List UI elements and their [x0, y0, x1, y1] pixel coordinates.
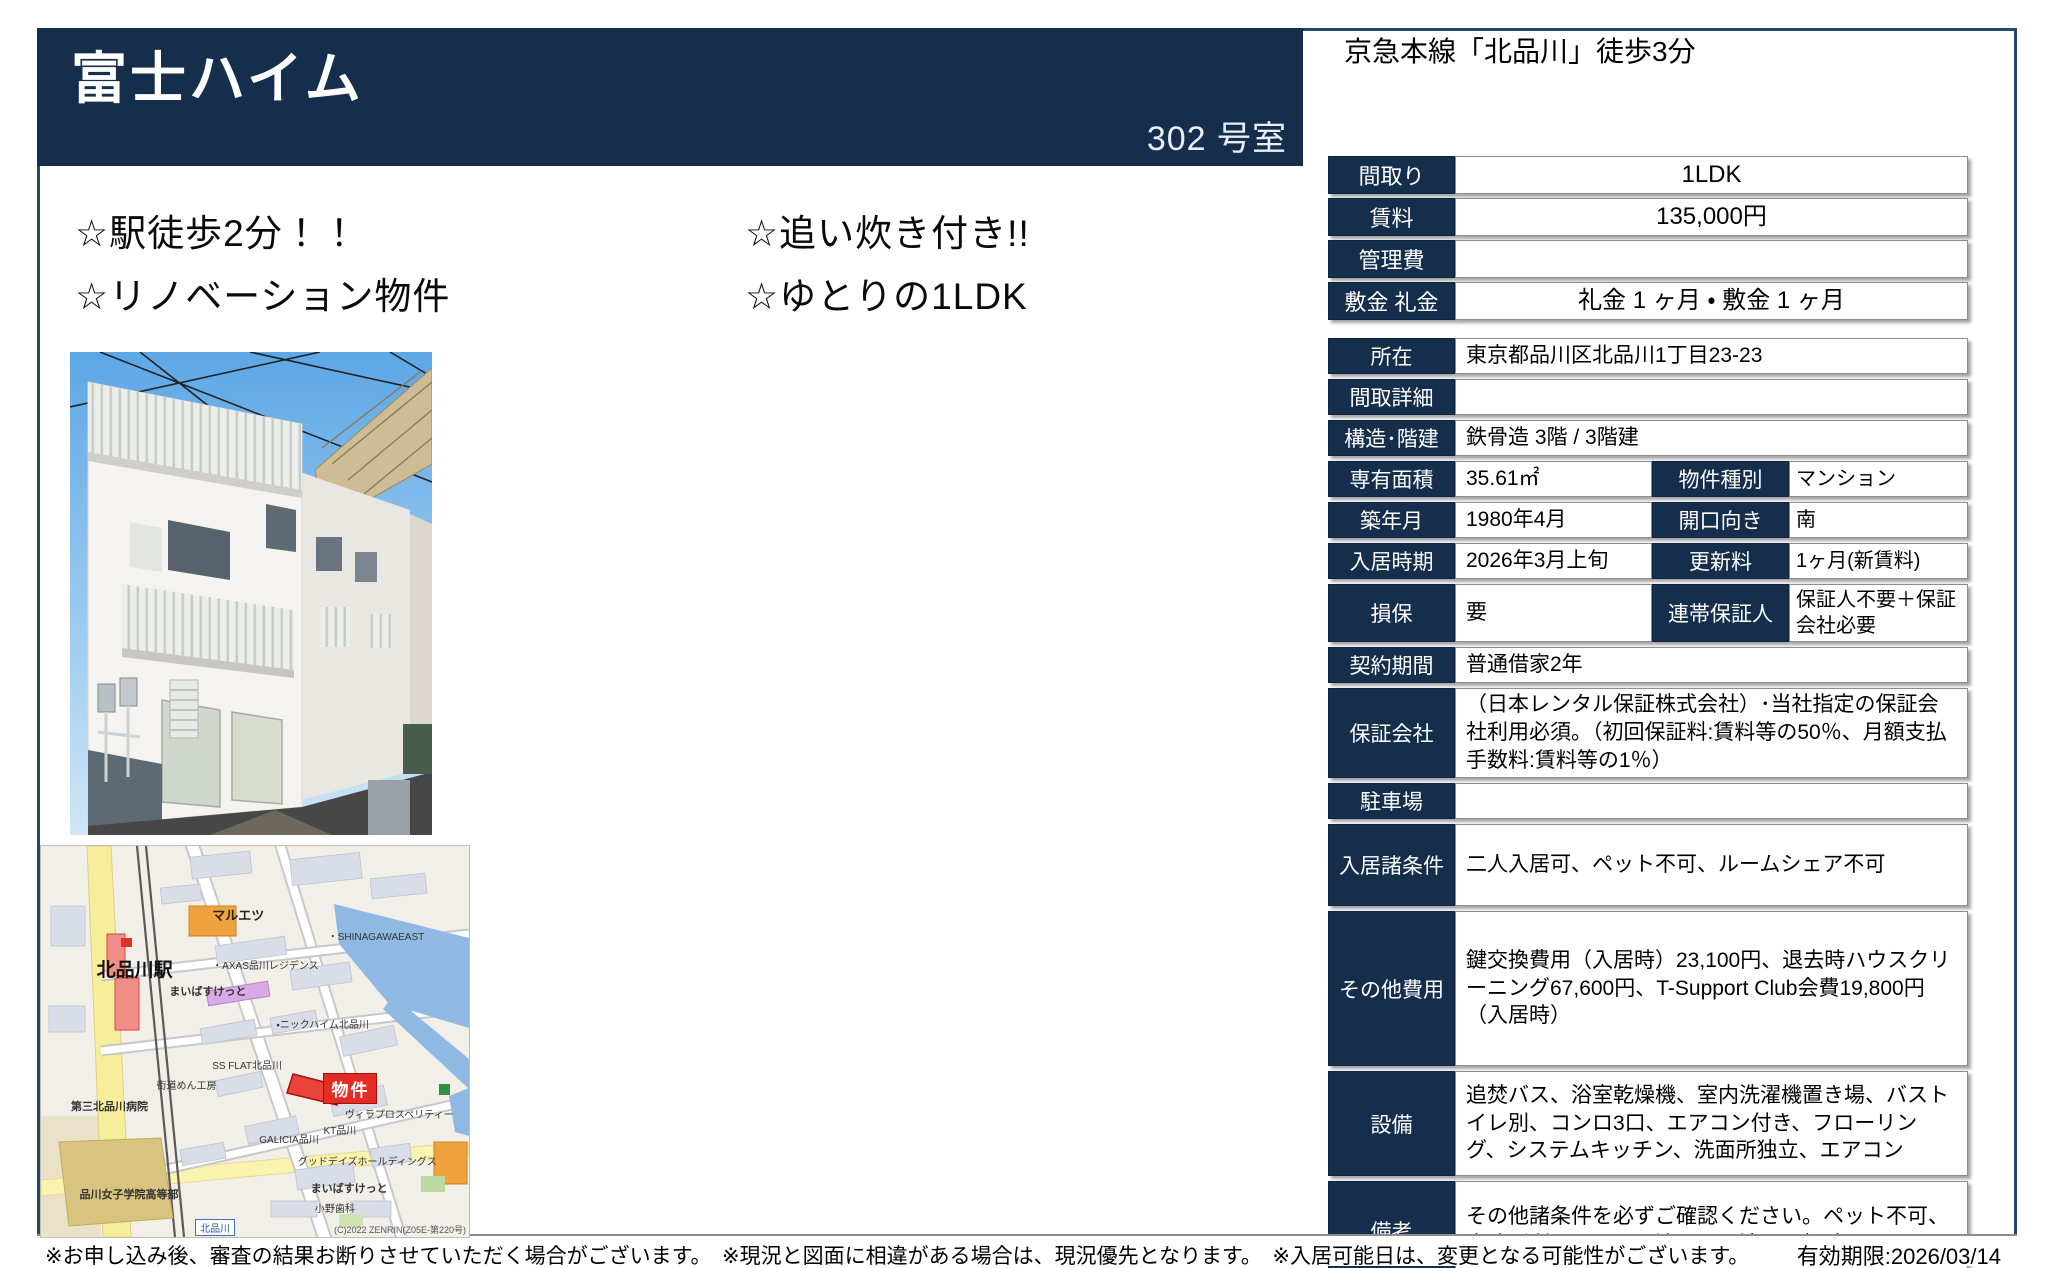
table-row: 構造･階建 鉄骨造 3階 / 3階建	[1328, 420, 1968, 456]
row-value	[1455, 240, 1968, 278]
row-value: 1LDK	[1455, 156, 1968, 194]
row-label: 専有面積	[1328, 461, 1455, 497]
row-label: 間取詳細	[1328, 379, 1455, 415]
row-value: 鉄骨造 3階 / 3階建	[1455, 420, 1968, 456]
row-label: 間取り	[1328, 156, 1455, 194]
row-label: 入居諸条件	[1328, 824, 1455, 906]
row-label: 賃料	[1328, 198, 1455, 236]
table-row: 駐車場	[1328, 783, 1968, 819]
row-value: 東京都品川区北品川1丁目23-23	[1455, 338, 1968, 374]
row-label: 設備	[1328, 1071, 1455, 1176]
highlight-walk: ☆駅徒歩2分！！	[75, 203, 359, 257]
table-row: 賃料 135,000円	[1328, 198, 1968, 236]
table-row: 入居時期 2026年3月上旬 更新料 1ヶ月(新賃料)	[1328, 543, 1968, 579]
row-value: 追焚バス、浴室乾燥機、室内洗濯機置き場、バストイレ別、コンロ3口、エアコン付き、…	[1455, 1071, 1968, 1176]
table-row: 敷金 礼金 礼金 1 ヶ月 ・ 敷金 1 ヶ月	[1328, 282, 1968, 320]
row-value-2: 1ヶ月(新賃料)	[1789, 543, 1968, 579]
map-label-maruetsu: マルエツ	[212, 905, 264, 924]
table-row: 入居諸条件 二人入居可、ペット不可、ルームシェア不可	[1328, 824, 1968, 906]
row-label-2: 開口向き	[1652, 502, 1789, 538]
row-value: 35.61㎡	[1455, 461, 1652, 497]
station-access: 京急本線「北品川」徒歩3分	[1344, 30, 1696, 70]
table-row: 保証会社 （日本レンタル保証株式会社）･当社指定の保証会社利用必須。（初回保証料…	[1328, 688, 1968, 778]
map-label-mybasket-2: まいばすけっと	[311, 1180, 388, 1196]
table-row: 損保 要 連帯保証人 保証人不要＋保証会社必要	[1328, 584, 1968, 642]
summary-table: 間取り 1LDK 賃料 135,000円 管理費 敷金 礼金 礼金 1 ヶ月 ・…	[1328, 152, 1968, 324]
table-row: 契約期間 普通借家2年	[1328, 647, 1968, 683]
row-label: 契約期間	[1328, 647, 1455, 683]
row-value	[1455, 379, 1968, 415]
row-value-2: 南	[1789, 502, 1968, 538]
map-label-axas: ・AXAS品川レジデンス	[212, 957, 318, 972]
row-value: 普通借家2年	[1455, 647, 1968, 683]
location-map: 北品川駅 マルエツ まいばすけっと ・AXAS品川レジデンス ・SHINAGAW…	[40, 845, 470, 1238]
highlight-renovation: ☆リノベーション物件	[75, 266, 450, 320]
footer-notes: ※お申し込み後、審査の結果お断りさせていただく場合がございます。 ※現況と図面に…	[45, 1240, 1749, 1268]
row-label: 損保	[1328, 584, 1455, 642]
row-label: 入居時期	[1328, 543, 1455, 579]
row-label: 構造･階建	[1328, 420, 1455, 456]
highlight-1ldk: ☆ゆとりの1LDK	[745, 266, 1028, 320]
row-label: 築年月	[1328, 502, 1455, 538]
row-label-2: 物件種別	[1652, 461, 1789, 497]
map-label-hospital: 第三北品川病院	[71, 1098, 148, 1114]
row-value: 135,000円	[1455, 198, 1968, 236]
row-value	[1455, 783, 1968, 819]
row-label-2: 更新料	[1652, 543, 1789, 579]
row-label: 駐車場	[1328, 783, 1455, 819]
row-value: 鍵交換費用（入居時）23,100円、退去時ハウスクリーニング67,600円、T-…	[1455, 911, 1968, 1066]
property-marker: 物件	[323, 1073, 377, 1104]
room-number: 302 号室	[1147, 111, 1287, 160]
map-label-ss-flat: SS FLAT北品川	[212, 1057, 282, 1072]
building-photo	[70, 352, 432, 835]
row-value-2: マンション	[1789, 461, 1968, 497]
row-label: 保証会社	[1328, 688, 1455, 778]
row-value-2: 保証人不要＋保証会社必要	[1789, 584, 1968, 642]
table-row: 間取詳細	[1328, 379, 1968, 415]
map-road-label: 北品川	[195, 1219, 235, 1236]
row-label: その他費用	[1328, 911, 1455, 1066]
map-label-kt: KT品川	[323, 1122, 356, 1137]
row-value: 要	[1455, 584, 1652, 642]
title-bar: 富士ハイム 302 号室	[37, 28, 1303, 166]
map-label-villa: ヴィラプロスペリティー	[345, 1106, 454, 1121]
map-label-nick-heim: ・ニックハイム北品川	[276, 1016, 369, 1031]
table-row: 設備 追焚バス、浴室乾燥機、室内洗濯機置き場、バストイレ別、コンロ3口、エアコン…	[1328, 1071, 1968, 1176]
map-label-station: 北品川駅	[97, 955, 173, 982]
footer-bar: ※お申し込み後、審査の結果お断りさせていただく場合がございます。 ※現況と図面に…	[37, 1234, 2017, 1266]
row-value: 2026年3月上旬	[1455, 543, 1652, 579]
table-row: その他費用 鍵交換費用（入居時）23,100円、退去時ハウスクリーニング67,6…	[1328, 911, 1968, 1066]
map-label-galicia: GALICIA品川	[259, 1131, 318, 1146]
table-row: 専有面積 35.61㎡ 物件種別 マンション	[1328, 461, 1968, 497]
map-label-shinagawa-east: ・SHINAGAWAEAST	[328, 928, 425, 943]
building-name: 富士ハイム	[71, 34, 364, 115]
map-label-good-days: グッドデイズホールディングス	[298, 1153, 437, 1168]
table-row: 所在 東京都品川区北品川1丁目23-23	[1328, 338, 1968, 374]
row-value: 二人入居可、ペット不可、ルームシェア不可	[1455, 824, 1968, 906]
row-value: 礼金 1 ヶ月 ・ 敷金 1 ヶ月	[1455, 282, 1968, 320]
row-label: 所在	[1328, 338, 1455, 374]
highlight-reheating-bath: ☆追い炊き付き!!	[745, 203, 1030, 257]
map-label-noodle: 街道めん工房	[157, 1077, 217, 1092]
table-row: 管理費	[1328, 240, 1968, 278]
map-label-mybasket-1: まいばすけっと	[169, 983, 246, 999]
row-label: 敷金 礼金	[1328, 282, 1455, 320]
detail-table: 所在 東京都品川区北品川1丁目23-23 間取詳細 構造･階建 鉄骨造 3階 /…	[1328, 333, 1968, 1268]
expiry-date: 有効期限:2026/03/14	[1797, 1239, 2001, 1268]
table-row: 間取り 1LDK	[1328, 156, 1968, 194]
row-value: 1980年4月	[1455, 502, 1652, 538]
row-label-2: 連帯保証人	[1652, 584, 1789, 642]
map-label-girls-school: 品川女子学院高等部	[80, 1186, 179, 1202]
building-photo-art	[70, 352, 432, 835]
row-label: 管理費	[1328, 240, 1455, 278]
property-flyer: 富士ハイム 302 号室 京急本線「北品川」徒歩3分 ☆駅徒歩2分！！ ☆追い炊…	[0, 0, 2056, 1268]
map-label-ono-dental: 小野歯科	[315, 1200, 355, 1215]
row-value: （日本レンタル保証株式会社）･当社指定の保証会社利用必須。（初回保証料:賃料等の…	[1455, 688, 1968, 778]
table-row: 築年月 1980年4月 開口向き 南	[1328, 502, 1968, 538]
map-copyright: (C)2022 ZENRIN(Z05E-第220号)	[334, 1223, 466, 1236]
